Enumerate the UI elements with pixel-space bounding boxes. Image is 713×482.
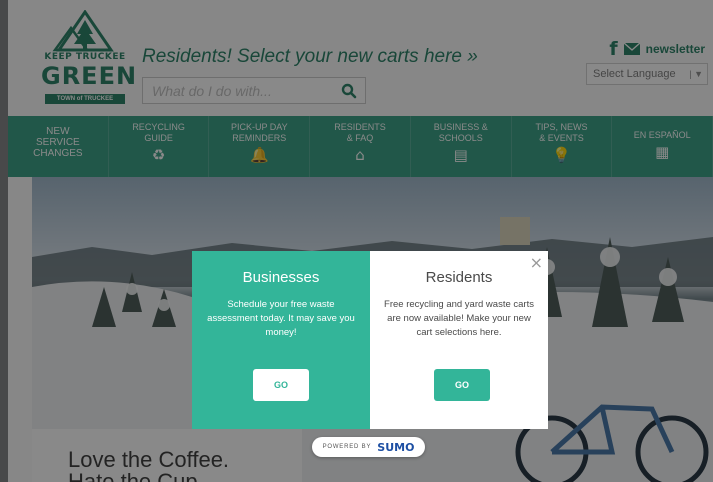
- residents-go-button[interactable]: GO: [434, 369, 490, 401]
- businesses-description: Schedule your free waste assessment toda…: [207, 299, 355, 338]
- residents-panel: × Residents Free recycling and yard wast…: [370, 251, 548, 429]
- sumo-logo: SUMO: [377, 440, 415, 454]
- businesses-go-button[interactable]: GO: [253, 369, 309, 401]
- businesses-panel: Businesses Schedule your free waste asse…: [192, 251, 370, 429]
- businesses-title: Businesses: [242, 269, 320, 286]
- powered-by-label: POWERED BY: [322, 444, 372, 450]
- popup-modal: Businesses Schedule your free waste asse…: [192, 251, 548, 429]
- residents-description: Free recycling and yard waste carts are …: [384, 299, 534, 338]
- residents-title: Residents: [425, 269, 493, 286]
- powered-by-sumo-badge[interactable]: POWERED BY SUMO: [312, 437, 425, 457]
